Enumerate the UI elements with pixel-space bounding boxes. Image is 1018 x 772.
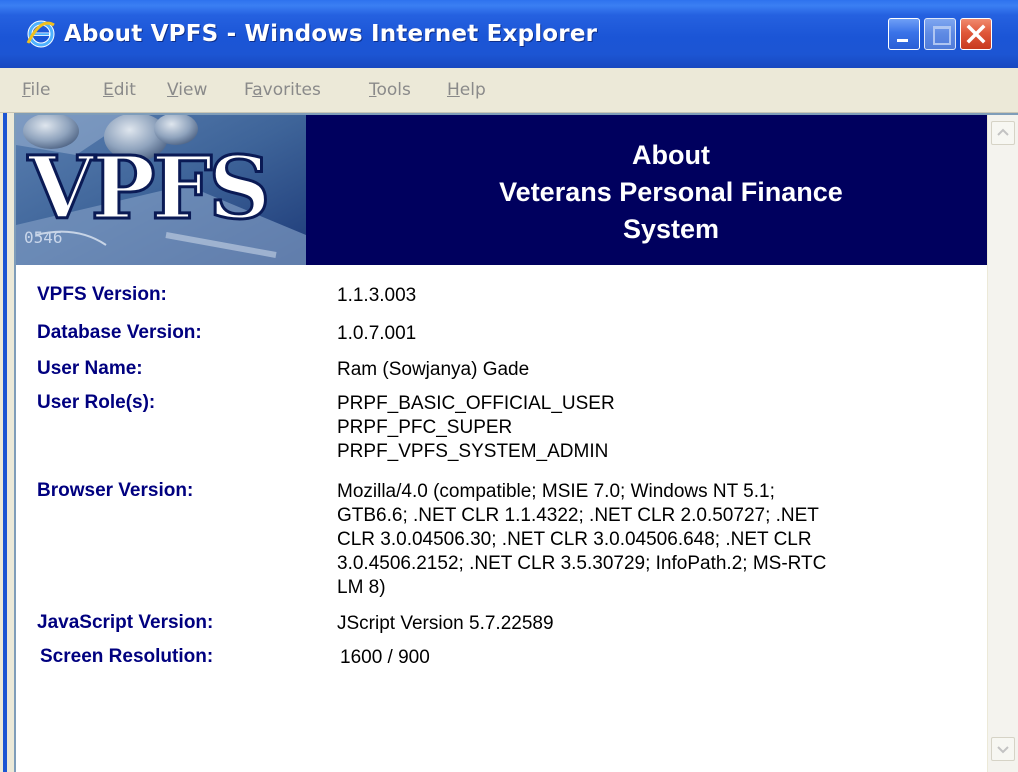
menu-favorites-accesskey: a [252,80,263,100]
info-value: 1.1.3.003 [337,284,967,314]
info-value: Ram (Sowjanya) Gade [337,358,967,386]
info-row-screen-resolution: Screen Resolution: 1600 / 900 [37,646,977,676]
info-label: JavaScript Version: [37,612,214,633]
page-title-line-2: Veterans Personal Finance [499,177,843,207]
info-row-browser-version: Browser Version: Mozilla/4.0 (compatible… [37,480,977,606]
window-title: About VPFS - Windows Internet Explorer [64,21,598,47]
menu-help[interactable]: Help [447,78,486,102]
minimize-button[interactable] [888,18,920,50]
vpfs-logo: 0546 VPFS [16,115,306,265]
info-value-line: CLR 3.0.04506.30; .NET CLR 3.0.04506.648… [337,529,812,550]
info-value: 1.0.7.001 [337,322,967,350]
info-value-line: 3.0.4506.2152; .NET CLR 3.5.30729; InfoP… [337,553,827,574]
info-value-line: PRPF_PFC_SUPER [337,417,513,438]
chevron-up-icon [997,128,1009,136]
menu-help-accesskey: H [447,80,460,100]
about-info-table: VPFS Version: 1.1.3.003 Database Version… [37,284,977,676]
menu-edit[interactable]: Edit [103,78,136,102]
info-value-line: PRPF_BASIC_OFFICIAL_USER [337,393,615,414]
info-value-line: Ram (Sowjanya) Gade [337,359,530,380]
window-left-border [0,113,14,772]
internet-explorer-icon [26,20,55,48]
info-value: PRPF_BASIC_OFFICIAL_USER PRPF_PFC_SUPER … [337,392,967,472]
menu-edit-accesskey: E [103,80,114,100]
info-value: Mozilla/4.0 (compatible; MSIE 7.0; Windo… [337,480,967,606]
menu-tools[interactable]: Tools [369,78,411,102]
page-title-line-1: About [632,140,710,170]
chevron-down-icon [997,746,1009,754]
menu-favorites-text-rest: vorites [262,80,321,100]
scroll-down-button[interactable] [991,737,1015,761]
vertical-scrollbar[interactable] [987,115,1018,772]
menu-favorites[interactable]: Favorites [244,78,321,102]
info-row-database-version: Database Version: 1.0.7.001 [37,322,977,350]
info-value-line: 1600 / 900 [340,647,430,668]
menu-edit-text-rest: dit [113,80,136,100]
info-label: VPFS Version: [37,284,167,305]
info-row-vpfs-version: VPFS Version: 1.1.3.003 [37,284,977,314]
info-value: JScript Version 5.7.22589 [337,612,967,642]
logo-text: VPFS [27,138,267,239]
menu-file-accesskey: F [22,80,31,100]
info-label: User Role(s): [37,392,156,413]
menu-file[interactable]: File [22,78,50,102]
info-row-user-roles: User Role(s): PRPF_BASIC_OFFICIAL_USER P… [37,392,977,472]
info-label: Screen Resolution: [40,646,214,667]
info-value: 1600 / 900 [340,646,970,676]
info-label: Database Version: [37,322,202,343]
menu-view-accesskey: V [167,80,179,100]
info-value-line: PRPF_VPFS_SYSTEM_ADMIN [337,441,609,462]
menu-view-text-rest: iew [178,80,208,100]
info-value-line: 1.0.7.001 [337,323,417,344]
page-title-line-3: System [622,214,720,244]
header-banner: 0546 VPFS About Veterans Personal Financ… [16,115,987,265]
menu-help-text-rest: elp [459,80,486,100]
info-value-line: GTB6.6; .NET CLR 1.1.4322; .NET CLR 2.0.… [337,505,819,526]
scroll-up-button[interactable] [991,121,1015,145]
close-button[interactable] [960,18,992,50]
window-title-bar[interactable]: About VPFS - Windows Internet Explorer [0,0,1018,68]
page-title: About Veterans Personal Finance System [436,137,906,248]
menu-tools-accesskey: T [369,80,377,100]
vpfs-logo-image: 0546 VPFS [16,115,306,265]
info-value-line: JScript Version 5.7.22589 [337,613,554,634]
menu-tools-text-rest: ools [376,80,411,100]
menu-bar: File Edit View Favorites Tools Help [0,68,1018,113]
info-label: User Name: [37,358,143,379]
maximize-button[interactable] [924,18,956,50]
menu-file-text-rest: ile [30,80,51,100]
menu-favorites-text: F [244,80,253,100]
info-value-line: LM 8) [337,577,386,598]
menu-view[interactable]: View [167,78,207,102]
info-row-javascript-version: JavaScript Version: JScript Version 5.7.… [37,612,977,642]
info-value-line: Mozilla/4.0 (compatible; MSIE 7.0; Windo… [337,481,775,502]
info-value-line: 1.1.3.003 [337,285,417,306]
close-icon [966,24,986,44]
info-label: Browser Version: [37,480,194,501]
info-row-user-name: User Name: Ram (Sowjanya) Gade [37,358,977,386]
